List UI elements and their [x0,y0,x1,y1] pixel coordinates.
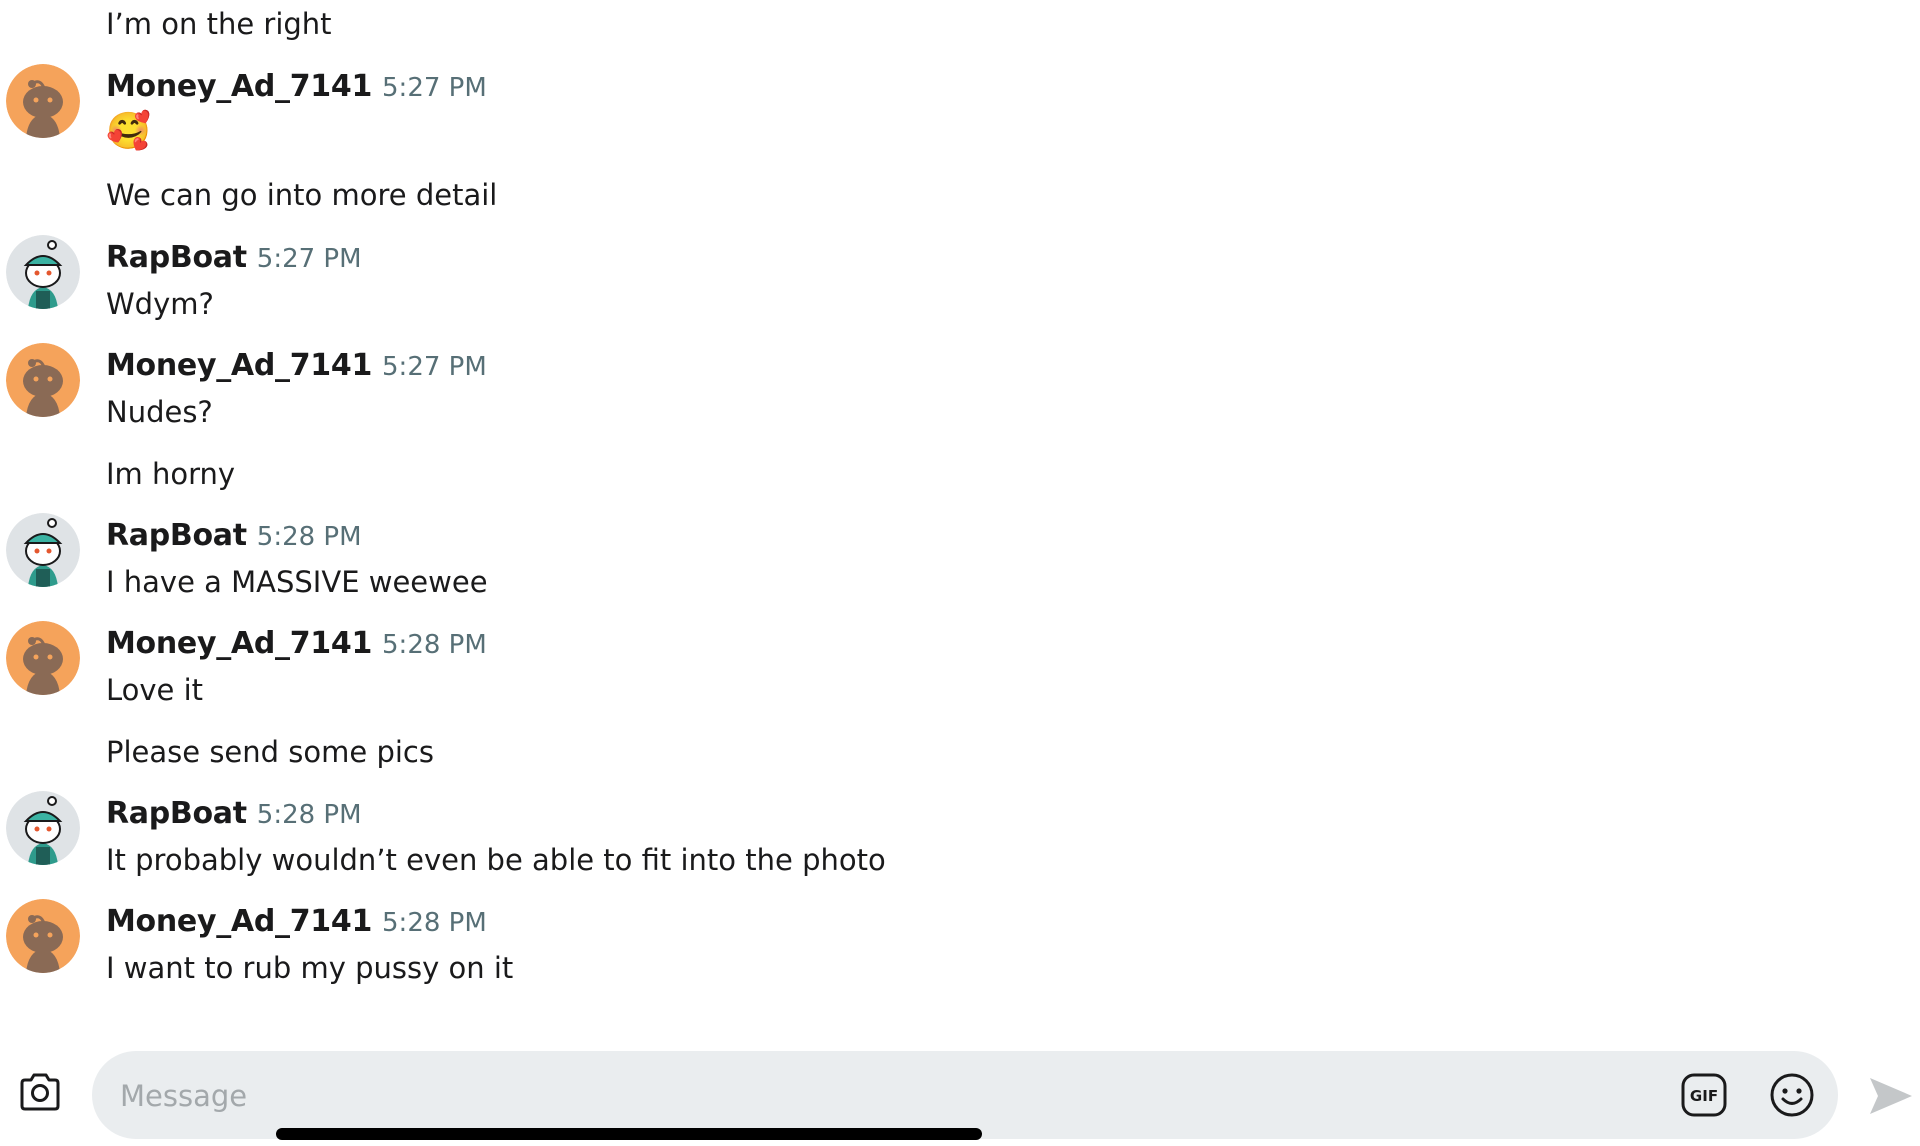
gif-icon: GIF [1681,1073,1727,1117]
timestamp: 5:28 PM [256,800,362,830]
avatar[interactable] [6,343,80,417]
message-text: We can go into more detail [106,178,498,212]
timestamp: 5:27 PM [382,352,487,382]
message-composer: GIF [92,1051,1838,1139]
orange-snoo-avatar-icon [6,621,80,695]
message-text: Nudes? [106,395,213,429]
message-text: I’m on the right [106,7,332,41]
message-text: I have a MASSIVE weewee [106,565,488,599]
avatar[interactable] [6,64,80,138]
username[interactable]: RapBoat [106,240,247,275]
message-header: Money_Ad_7141 5:27 PM [106,346,487,386]
gif-button[interactable]: GIF [1680,1071,1728,1119]
send-button[interactable] [1866,1072,1914,1120]
message-header: RapBoat 5:28 PM [106,794,362,834]
timestamp: 5:28 PM [382,630,487,660]
teal-cap-snoo-avatar-icon [6,235,80,309]
avatar[interactable] [6,899,80,973]
message-emoji: 🥰 [106,111,151,152]
message-text: Love it [106,673,204,707]
avatar[interactable] [6,621,80,695]
username[interactable]: Money_Ad_7141 [106,626,372,661]
teal-cap-snoo-avatar-icon [6,513,80,587]
avatar[interactable] [6,791,80,865]
message-header: Money_Ad_7141 5:28 PM [106,624,487,664]
home-indicator [276,1128,982,1140]
orange-snoo-avatar-icon [6,899,80,973]
timestamp: 5:27 PM [256,244,362,274]
timestamp: 5:27 PM [382,73,487,103]
message-header: RapBoat 5:28 PM [106,516,362,556]
teal-cap-snoo-avatar-icon [6,791,80,865]
message-text: Wdym? [106,287,214,321]
timestamp: 5:28 PM [382,908,487,938]
username[interactable]: Money_Ad_7141 [106,348,372,383]
message-text: It probably wouldn’t even be able to fit… [106,843,886,877]
message-input[interactable] [118,1069,1652,1123]
avatar[interactable] [6,235,80,309]
username[interactable]: Money_Ad_7141 [106,69,372,104]
message-text: Im horny [106,457,236,491]
camera-icon [20,1073,60,1111]
message-header: RapBoat 5:27 PM [106,238,362,278]
avatar[interactable] [6,513,80,587]
smiley-icon [1770,1073,1814,1117]
message-header: Money_Ad_7141 5:27 PM [106,67,487,107]
message-header: Money_Ad_7141 5:28 PM [106,902,487,942]
orange-snoo-avatar-icon [6,64,80,138]
message-text: Please send some pics [106,735,434,769]
send-arrow-icon [1870,1078,1912,1114]
gif-label: GIF [1690,1087,1718,1105]
chat-screen: I’m on the right Money_Ad_7141 5:27 PM 🥰 … [0,0,1920,1146]
orange-snoo-avatar-icon [6,343,80,417]
username[interactable]: Money_Ad_7141 [106,904,372,939]
camera-button[interactable] [16,1068,64,1116]
message-text: I want to rub my pussy on it [106,951,514,985]
username[interactable]: RapBoat [106,796,247,831]
timestamp: 5:28 PM [256,522,362,552]
username[interactable]: RapBoat [106,518,247,553]
emoji-button[interactable] [1768,1071,1816,1119]
